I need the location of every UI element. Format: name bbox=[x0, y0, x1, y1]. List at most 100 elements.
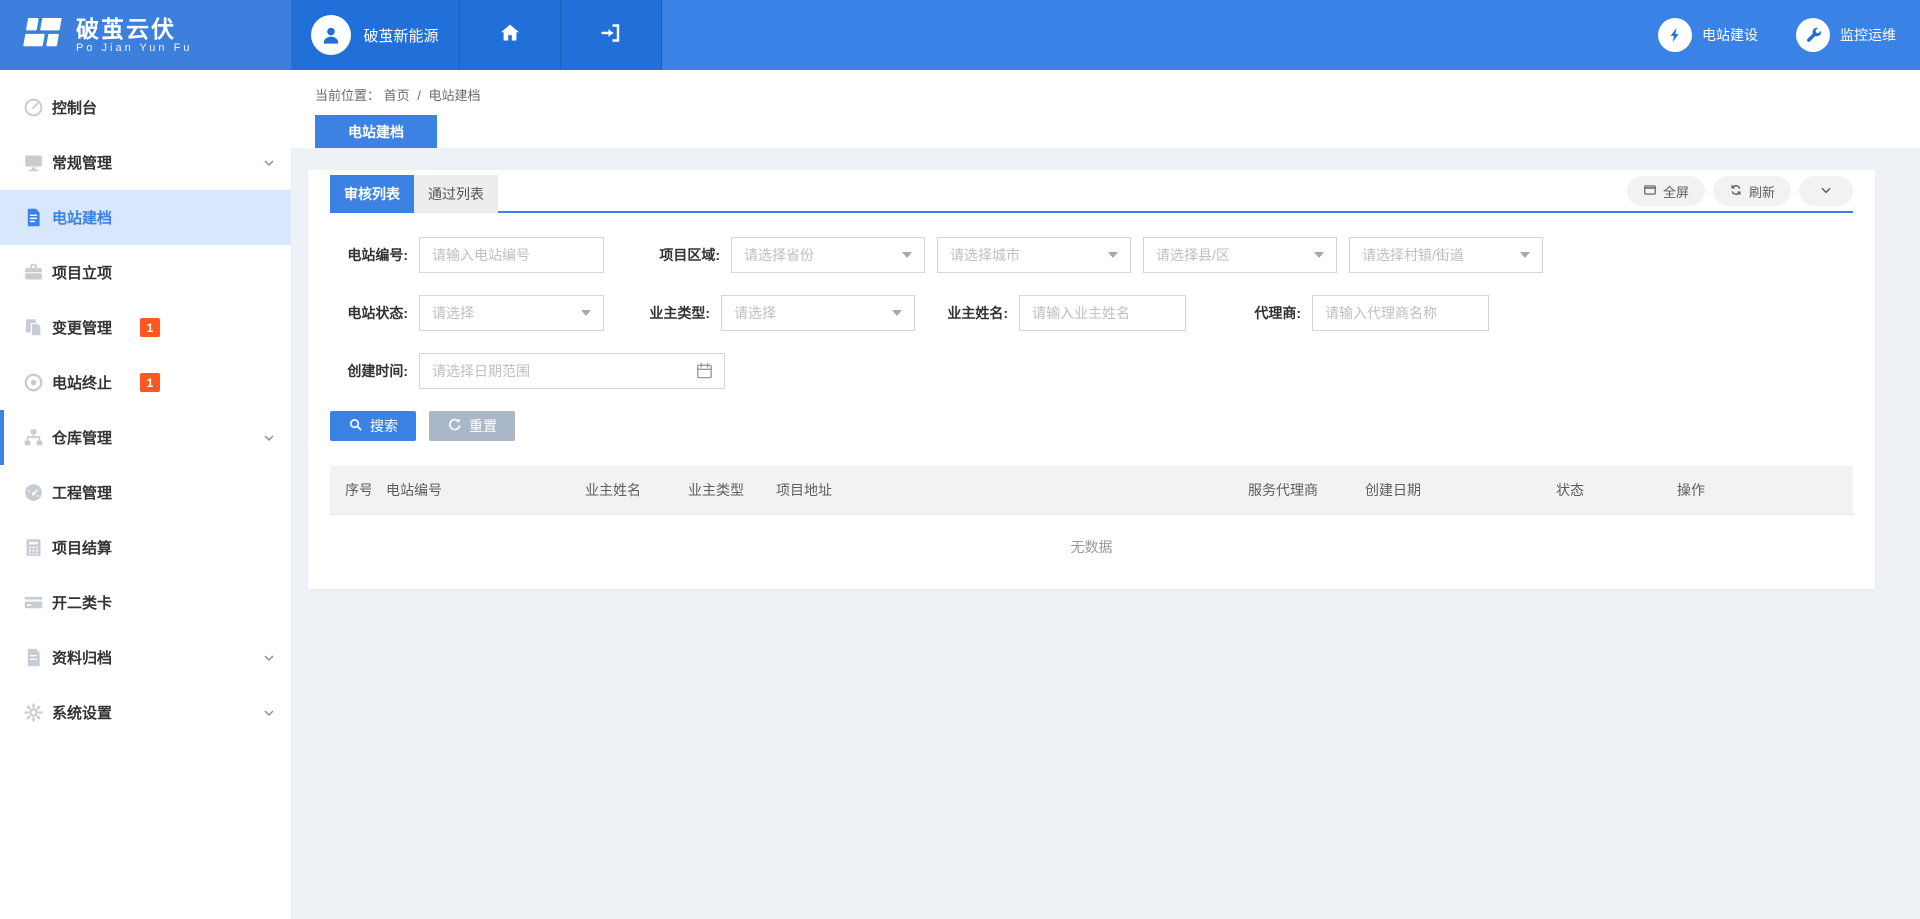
search-label: 搜索 bbox=[370, 416, 398, 436]
county-select[interactable]: 请选择县/区 bbox=[1143, 237, 1337, 273]
chevron-down-icon bbox=[1819, 183, 1833, 200]
sidebar-item-label: 变更管理 bbox=[52, 317, 112, 338]
content-area: 审核列表 通过列表 全屏 bbox=[291, 148, 1920, 919]
refresh-icon bbox=[1729, 183, 1743, 200]
date-range-input[interactable] bbox=[419, 353, 725, 389]
mode-station-construction[interactable]: 电站建设 bbox=[1658, 18, 1758, 52]
station-status-select[interactable]: 请选择 bbox=[419, 295, 604, 331]
sidebar-item-station-termination[interactable]: 电站终止 1 bbox=[0, 355, 291, 410]
navbar-signin-tab[interactable] bbox=[561, 0, 662, 70]
refresh-button[interactable]: 刷新 bbox=[1713, 176, 1791, 206]
navbar-tabs: 破茧新能源 bbox=[291, 0, 662, 70]
col-owner-name: 业主姓名 bbox=[570, 466, 673, 514]
filter-row-1: 电站编号: 项目区域: 请选择省份 请选择城市 bbox=[330, 237, 1853, 273]
chevron-down-icon bbox=[263, 157, 275, 169]
tab-passed-list[interactable]: 通过列表 bbox=[414, 175, 498, 213]
region-label: 项目区域: bbox=[632, 245, 720, 265]
filter-row-3: 创建时间: bbox=[330, 353, 1853, 389]
col-station-no: 电站编号 bbox=[371, 466, 570, 514]
sidebar-item-label: 开二类卡 bbox=[52, 592, 112, 613]
sign-in-icon bbox=[599, 21, 623, 50]
sidebar-item-label: 资料归档 bbox=[52, 647, 112, 668]
agent-input[interactable] bbox=[1312, 295, 1489, 331]
col-actions: 操作 bbox=[1662, 466, 1853, 514]
copy-icon bbox=[22, 317, 44, 339]
archive-file-icon bbox=[22, 647, 44, 669]
chevron-down-icon bbox=[263, 432, 275, 444]
county-select-placeholder: 请选择县/区 bbox=[1156, 245, 1230, 265]
briefcase-icon bbox=[22, 262, 44, 284]
tab-review-list[interactable]: 审核列表 bbox=[330, 175, 414, 213]
breadcrumb-current: 电站建档 bbox=[429, 88, 481, 103]
col-project-address: 项目地址 bbox=[761, 466, 1233, 514]
select-arrow-icon bbox=[1314, 252, 1324, 258]
sidebar-item-project-initiation[interactable]: 项目立项 bbox=[0, 245, 291, 300]
sidebar-item-station-filing[interactable]: 电站建档 bbox=[0, 190, 291, 245]
dashboard-icon bbox=[22, 97, 44, 119]
user-name: 破茧新能源 bbox=[363, 25, 438, 46]
select-arrow-icon bbox=[1520, 252, 1530, 258]
table-empty-text: 无数据 bbox=[330, 515, 1853, 579]
select-arrow-icon bbox=[581, 310, 591, 316]
mode-label: 电站建设 bbox=[1702, 25, 1758, 45]
sidebar-item-label: 系统设置 bbox=[52, 702, 112, 723]
owner-type-select[interactable]: 请选择 bbox=[721, 295, 915, 331]
panel-card: 审核列表 通过列表 全屏 bbox=[308, 170, 1875, 589]
mode-monitoring-ops[interactable]: 监控运维 bbox=[1796, 18, 1896, 52]
sidebar-item-general-management[interactable]: 常规管理 bbox=[0, 135, 291, 190]
table-header-row: 序号 电站编号 业主姓名 业主类型 项目地址 服务代理商 创建日期 状态 操作 bbox=[330, 466, 1853, 514]
collapse-button[interactable] bbox=[1799, 176, 1853, 206]
filter-row-2: 电站状态: 请选择 业主类型: 请选择 业主姓名: bbox=[330, 295, 1853, 331]
reset-label: 重置 bbox=[469, 416, 497, 436]
record-circle-icon bbox=[22, 372, 44, 394]
search-button[interactable]: 搜索 bbox=[330, 411, 416, 441]
page-tab-station-filing[interactable]: 电站建档 bbox=[315, 115, 437, 148]
calendar-icon bbox=[695, 361, 714, 385]
sidebar-item-data-archive[interactable]: 资料归档 bbox=[0, 630, 291, 685]
filter-form: 电站编号: 项目区域: 请选择省份 请选择城市 bbox=[330, 213, 1853, 441]
sidebar-item-project-settlement[interactable]: 项目结算 bbox=[0, 520, 291, 575]
town-select-placeholder: 请选择村镇/街道 bbox=[1362, 245, 1464, 265]
pojian-logo-mark-icon bbox=[18, 13, 64, 58]
province-select[interactable]: 请选择省份 bbox=[731, 237, 925, 273]
town-select[interactable]: 请选择村镇/街道 bbox=[1349, 237, 1543, 273]
sidebar-item-change-management[interactable]: 变更管理 1 bbox=[0, 300, 291, 355]
navbar-user-tab[interactable]: 破茧新能源 bbox=[291, 0, 460, 70]
province-select-placeholder: 请选择省份 bbox=[744, 245, 814, 265]
sidebar-item-label: 项目立项 bbox=[52, 262, 112, 283]
fullscreen-icon bbox=[1643, 183, 1657, 200]
search-icon bbox=[348, 417, 363, 435]
wrench-icon bbox=[1796, 18, 1830, 52]
count-badge: 1 bbox=[140, 373, 160, 392]
col-service-agent: 服务代理商 bbox=[1233, 466, 1350, 514]
fullscreen-button[interactable]: 全屏 bbox=[1627, 176, 1705, 206]
brand-logo: 破茧云伏 Po Jian Yun Fu bbox=[0, 0, 291, 70]
fullscreen-label: 全屏 bbox=[1663, 182, 1689, 201]
sidebar-item-warehouse-management[interactable]: 仓库管理 bbox=[0, 410, 291, 465]
sidebar: 控制台 常规管理 bbox=[0, 70, 291, 919]
sidebar-item-system-settings[interactable]: 系统设置 bbox=[0, 685, 291, 740]
col-serial: 序号 bbox=[330, 466, 371, 514]
city-select[interactable]: 请选择城市 bbox=[937, 237, 1131, 273]
chevron-down-icon bbox=[263, 707, 275, 719]
mode-label: 监控运维 bbox=[1840, 25, 1896, 45]
lightning-icon bbox=[1658, 18, 1692, 52]
sidebar-item-engineering-management[interactable]: 工程管理 bbox=[0, 465, 291, 520]
sidebar-item-type2-card[interactable]: 开二类卡 bbox=[0, 575, 291, 630]
app-window: 破茧云伏 Po Jian Yun Fu 破茧新能源 bbox=[0, 0, 1920, 919]
reset-button[interactable]: 重置 bbox=[429, 411, 515, 441]
refresh-label: 刷新 bbox=[1749, 182, 1775, 201]
select-arrow-icon bbox=[892, 310, 902, 316]
user-avatar-icon bbox=[311, 15, 351, 55]
sidebar-item-label: 仓库管理 bbox=[52, 427, 112, 448]
top-bar: 破茧云伏 Po Jian Yun Fu 破茧新能源 bbox=[0, 0, 1920, 70]
navbar-home-tab[interactable] bbox=[460, 0, 561, 70]
credit-card-icon bbox=[22, 592, 44, 614]
breadcrumb-home-link[interactable]: 首页 bbox=[384, 88, 410, 103]
station-no-input[interactable] bbox=[419, 237, 604, 273]
sidebar-item-console[interactable]: 控制台 bbox=[0, 80, 291, 135]
navbar-mode-switch: 电站建设 监控运维 bbox=[1658, 0, 1920, 70]
select-arrow-icon bbox=[1108, 252, 1118, 258]
owner-name-input[interactable] bbox=[1019, 295, 1186, 331]
document-icon bbox=[22, 207, 44, 229]
